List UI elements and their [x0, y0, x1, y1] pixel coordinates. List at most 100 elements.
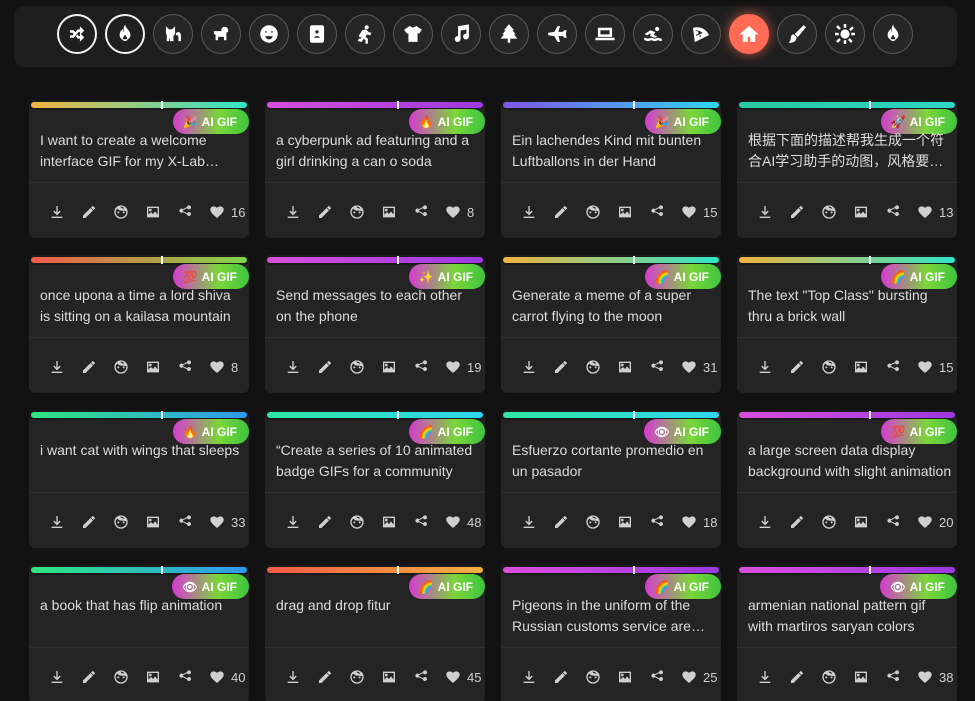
face-swap-icon[interactable] [821, 514, 837, 530]
image-icon[interactable] [617, 669, 633, 685]
share-icon[interactable] [885, 669, 901, 685]
share-icon[interactable] [649, 669, 665, 685]
category-flame-button[interactable] [873, 14, 913, 54]
category-tree-button[interactable] [489, 14, 529, 54]
download-icon[interactable] [757, 359, 773, 375]
heart-icon[interactable] [681, 514, 697, 530]
edit-pencil-icon[interactable] [789, 204, 805, 220]
face-swap-icon[interactable] [585, 359, 601, 375]
gif-card[interactable]: 🌈 AI GIF Pigeons in the uniform of the Rus… [501, 565, 721, 701]
download-icon[interactable] [49, 204, 65, 220]
gif-card[interactable]: 💯 AI GIF a large screen data display backg… [737, 410, 957, 548]
category-dog-button[interactable] [201, 14, 241, 54]
category-tshirt-button[interactable] [393, 14, 433, 54]
heart-icon[interactable] [917, 359, 933, 375]
face-swap-icon[interactable] [113, 359, 129, 375]
heart-icon[interactable] [681, 669, 697, 685]
share-icon[interactable] [649, 204, 665, 220]
heart-icon[interactable] [681, 359, 697, 375]
share-icon[interactable] [649, 359, 665, 375]
category-swimmer-button[interactable] [633, 14, 673, 54]
category-cat-button[interactable] [153, 14, 193, 54]
category-sun-button[interactable] [825, 14, 865, 54]
edit-pencil-icon[interactable] [789, 669, 805, 685]
share-icon[interactable] [413, 669, 429, 685]
heart-icon[interactable] [917, 204, 933, 220]
category-airplane-button[interactable] [537, 14, 577, 54]
download-icon[interactable] [49, 669, 65, 685]
gif-card[interactable]: 🔥 AI GIF i want cat with wings that sleeps… [29, 410, 249, 548]
face-swap-icon[interactable] [113, 669, 129, 685]
gif-card[interactable]: ✨ AI GIF Send messages to each other on th… [265, 255, 485, 393]
gif-card[interactable]: 🚀AI GIF 根据下面的描述帮我生成一个符合AI学习助手的动图，风格要求简洁 13 [737, 100, 957, 238]
image-icon[interactable] [145, 359, 161, 375]
face-swap-icon[interactable] [585, 669, 601, 685]
download-icon[interactable] [521, 669, 537, 685]
gif-card[interactable]: 👁 AI GIF armenian national pattern gif wit… [737, 565, 957, 701]
image-icon[interactable] [145, 669, 161, 685]
edit-pencil-icon[interactable] [553, 204, 569, 220]
face-swap-icon[interactable] [585, 514, 601, 530]
share-icon[interactable] [177, 359, 193, 375]
face-swap-icon[interactable] [113, 204, 129, 220]
share-icon[interactable] [885, 204, 901, 220]
image-icon[interactable] [381, 669, 397, 685]
image-icon[interactable] [617, 514, 633, 530]
heart-icon[interactable] [445, 514, 461, 530]
face-swap-icon[interactable] [113, 514, 129, 530]
category-laptop-button[interactable] [585, 14, 625, 54]
download-icon[interactable] [757, 514, 773, 530]
share-icon[interactable] [413, 514, 429, 530]
image-icon[interactable] [853, 359, 869, 375]
gif-card[interactable]: 🔥 AI GIF a cyberpunk ad featuring and a gi… [265, 100, 485, 238]
share-icon[interactable] [177, 514, 193, 530]
edit-pencil-icon[interactable] [553, 359, 569, 375]
image-icon[interactable] [381, 359, 397, 375]
download-icon[interactable] [49, 359, 65, 375]
download-icon[interactable] [285, 669, 301, 685]
face-swap-icon[interactable] [349, 204, 365, 220]
image-icon[interactable] [381, 204, 397, 220]
share-icon[interactable] [885, 359, 901, 375]
heart-icon[interactable] [209, 514, 225, 530]
edit-pencil-icon[interactable] [81, 514, 97, 530]
image-icon[interactable] [853, 204, 869, 220]
face-swap-icon[interactable] [349, 514, 365, 530]
download-icon[interactable] [521, 359, 537, 375]
edit-pencil-icon[interactable] [317, 204, 333, 220]
heart-icon[interactable] [681, 204, 697, 220]
image-icon[interactable] [145, 514, 161, 530]
download-icon[interactable] [757, 204, 773, 220]
heart-icon[interactable] [917, 669, 933, 685]
gif-card[interactable]: 👁 AI GIF Esfuerzo cortante promedio en un … [501, 410, 721, 548]
download-icon[interactable] [521, 514, 537, 530]
heart-icon[interactable] [209, 359, 225, 375]
download-icon[interactable] [285, 514, 301, 530]
image-icon[interactable] [381, 514, 397, 530]
gif-card[interactable]: 💯 AI GIF once upona a time a lord shiva is… [29, 255, 249, 393]
gif-card[interactable]: 🌈 AI GIF drag and drop fitur 45 [265, 565, 485, 701]
edit-pencil-icon[interactable] [317, 514, 333, 530]
edit-pencil-icon[interactable] [81, 669, 97, 685]
share-icon[interactable] [413, 359, 429, 375]
category-music-note-button[interactable] [441, 14, 481, 54]
edit-pencil-icon[interactable] [317, 669, 333, 685]
category-paintbrush-button[interactable] [777, 14, 817, 54]
gif-card[interactable]: 🎉 AI GIF I want to create a welcome interf… [29, 100, 249, 238]
category-shuffle-button[interactable] [57, 14, 97, 54]
category-smiley-button[interactable] [249, 14, 289, 54]
heart-icon[interactable] [445, 359, 461, 375]
face-swap-icon[interactable] [585, 204, 601, 220]
heart-icon[interactable] [445, 669, 461, 685]
download-icon[interactable] [521, 204, 537, 220]
face-swap-icon[interactable] [821, 359, 837, 375]
gif-card[interactable]: 🌈 AI GIF The text "Top Class" bursting thr… [737, 255, 957, 393]
face-swap-icon[interactable] [821, 204, 837, 220]
download-icon[interactable] [285, 204, 301, 220]
edit-pencil-icon[interactable] [553, 669, 569, 685]
share-icon[interactable] [177, 669, 193, 685]
heart-icon[interactable] [209, 204, 225, 220]
category-fire-button[interactable] [105, 14, 145, 54]
category-contact-card-button[interactable] [297, 14, 337, 54]
download-icon[interactable] [285, 359, 301, 375]
